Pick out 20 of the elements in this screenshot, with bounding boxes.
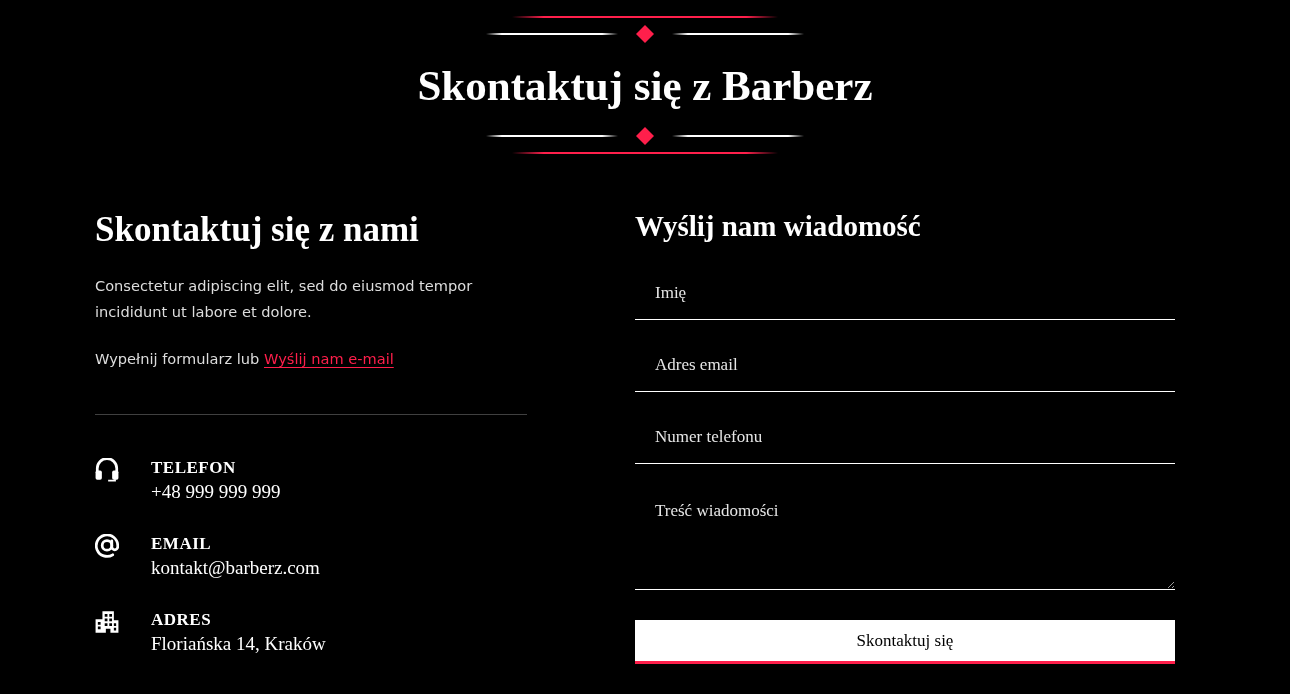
building-icon [95, 610, 119, 634]
description-text: Consectetur adipiscing elit, sed do eiusmod tempor incididunt ut labore et dolore. [95, 276, 474, 322]
street-address: Floriańska 14, Kraków [151, 632, 326, 656]
cta-text: Wypełnij formularz lub Wyślij nam e-mail [95, 349, 395, 369]
email-link[interactable]: Wyślij nam e-mail [264, 350, 394, 367]
contact-label: ADRES [151, 609, 213, 631]
headset-icon [95, 458, 119, 482]
at-sign-icon [95, 534, 119, 558]
email-field[interactable]: Adres email [635, 338, 1175, 392]
email-address: kontakt@barberz.com [151, 556, 320, 580]
contact-label: EMAIL [151, 533, 213, 555]
phone-number: +48 999 999 999 [151, 480, 281, 504]
name-field[interactable]: Imię [635, 266, 1175, 320]
message-field[interactable]: Treść wiadomości [635, 482, 1175, 590]
page-title: Skontaktuj się z Barberz [416, 61, 874, 111]
form-heading: Wyślij nam wiadomość [635, 209, 922, 243]
phone-field[interactable]: Numer telefonu [635, 410, 1175, 464]
contact-label: TELEFON [151, 457, 237, 479]
section-heading: Skontaktuj się z nami [95, 209, 420, 250]
submit-button[interactable]: Skontaktuj się [635, 620, 1175, 664]
